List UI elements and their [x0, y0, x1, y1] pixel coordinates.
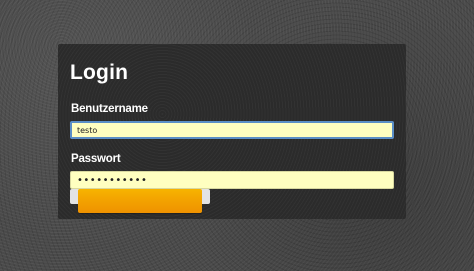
username-field[interactable]	[70, 121, 394, 139]
password-label: Passwort	[71, 153, 121, 165]
login-submit-button[interactable]	[78, 189, 202, 213]
login-panel: Login Benutzername Passwort	[58, 44, 406, 219]
password-field[interactable]	[70, 171, 394, 189]
username-label: Benutzername	[71, 103, 148, 115]
page-title: Login	[70, 61, 129, 84]
submit-button-frame	[70, 189, 210, 213]
